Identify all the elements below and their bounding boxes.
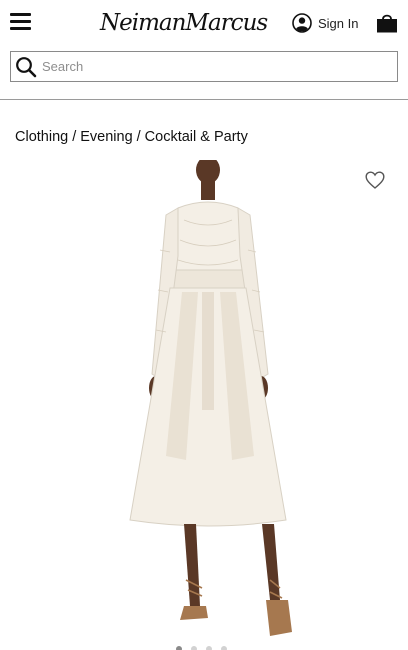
- hamburger-menu-icon[interactable]: [10, 13, 32, 31]
- sign-in-label: Sign In: [318, 15, 359, 31]
- shopping-bag-icon[interactable]: [376, 13, 398, 33]
- brand-logo[interactable]: NeimanMarcus: [100, 3, 268, 43]
- breadcrumb-clothing[interactable]: Clothing: [15, 129, 68, 145]
- search-icon: [16, 56, 37, 77]
- product-image[interactable]: [108, 160, 308, 642]
- breadcrumb-separator: /: [72, 129, 77, 145]
- carousel-dot[interactable]: [191, 646, 197, 650]
- header-divider: [0, 99, 408, 100]
- carousel-dots: [176, 646, 227, 650]
- breadcrumb: Clothing / Evening / Cocktail & Party: [15, 129, 248, 145]
- carousel-dot[interactable]: [176, 646, 182, 650]
- carousel-dot[interactable]: [221, 646, 227, 650]
- top-header: NeimanMarcus Sign In: [0, 0, 408, 46]
- breadcrumb-cocktail-party[interactable]: Cocktail & Party: [145, 129, 248, 145]
- heart-outline-icon[interactable]: [365, 171, 385, 190]
- search-bar[interactable]: [10, 51, 398, 82]
- search-input[interactable]: [42, 59, 382, 74]
- sign-in-link[interactable]: Sign In: [292, 12, 358, 34]
- breadcrumb-separator: /: [136, 129, 141, 145]
- breadcrumb-evening[interactable]: Evening: [80, 129, 132, 145]
- carousel-dot[interactable]: [206, 646, 212, 650]
- user-circle-icon: [292, 13, 312, 33]
